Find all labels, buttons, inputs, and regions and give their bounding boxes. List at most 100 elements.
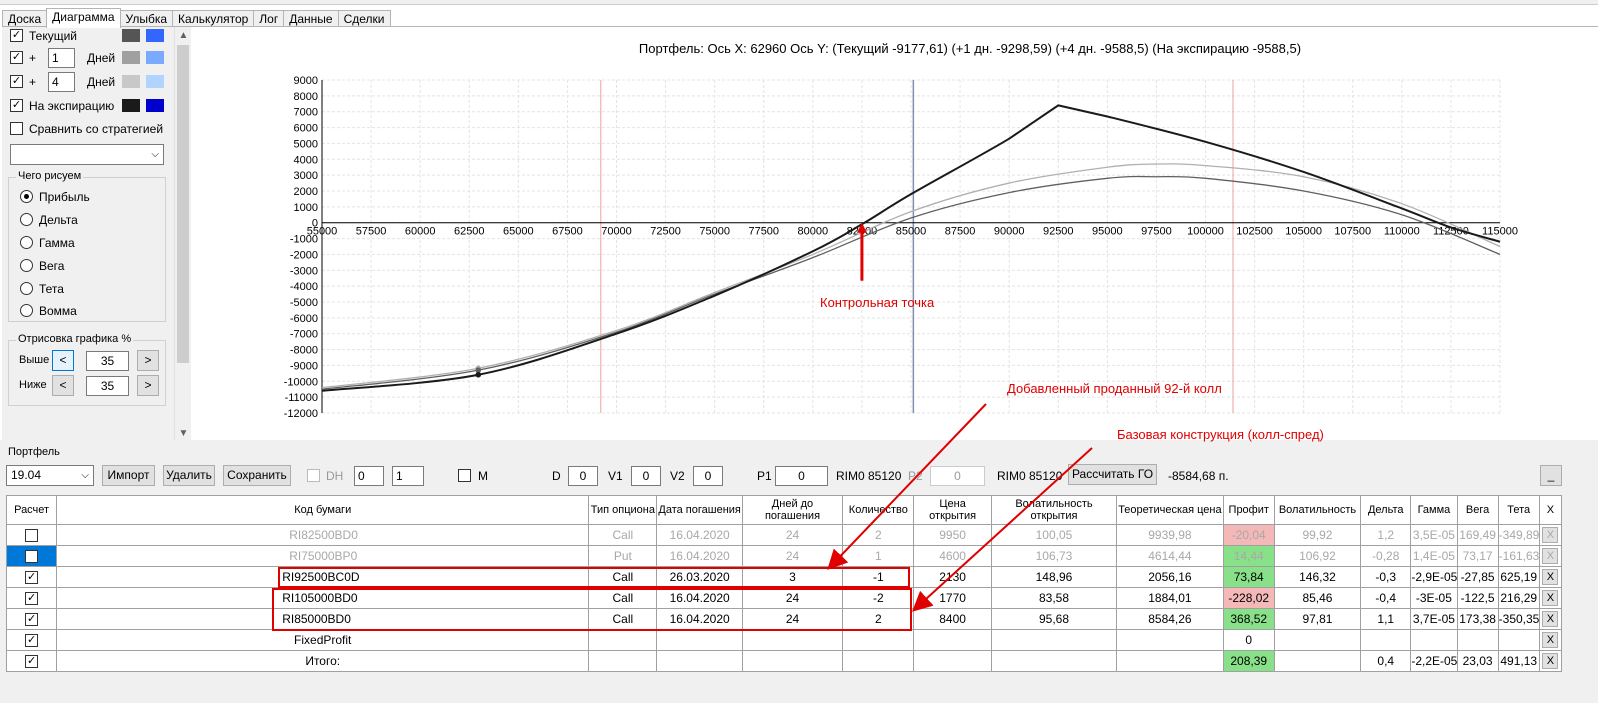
- expiry-color-dark[interactable]: [122, 99, 140, 112]
- row-calc-cell[interactable]: [5, 545, 58, 567]
- row-remove-button[interactable]: X: [1542, 653, 1559, 669]
- row-calc-checkbox[interactable]: ✓: [25, 571, 39, 585]
- chart-area[interactable]: Портфель: Ось X: 62960 Ось Y: (Текущий -…: [192, 27, 1598, 443]
- row-calc-checkbox[interactable]: [25, 550, 39, 564]
- above-value[interactable]: 35: [86, 351, 129, 371]
- col-header-3[interactable]: Дата погашения: [656, 495, 743, 525]
- v2-input[interactable]: 0: [693, 466, 723, 486]
- d4-color-dark[interactable]: [122, 75, 140, 88]
- m-label: M: [478, 469, 488, 483]
- portfolio-select-value: 19.04: [11, 468, 42, 482]
- row-calc-checkbox[interactable]: ✓: [25, 655, 39, 669]
- table-row[interactable]: ✓ FixedProfit 0 X: [5, 629, 1563, 651]
- d1-color-dark[interactable]: [122, 51, 140, 64]
- tab-diagram[interactable]: Диаграмма: [46, 8, 121, 28]
- below-value[interactable]: 35: [86, 376, 129, 396]
- portfolio-select[interactable]: 19.04 ⌵: [6, 465, 94, 486]
- col-header-7[interactable]: Волатильность открытия: [990, 495, 1118, 525]
- col-header-11[interactable]: Дельта: [1360, 495, 1412, 525]
- col-header-15[interactable]: X: [1538, 495, 1563, 525]
- save-button[interactable]: Сохранить: [223, 465, 291, 486]
- y-tick-label: 5000: [294, 138, 318, 150]
- v1-input[interactable]: 0: [631, 466, 661, 486]
- col-header-0[interactable]: Расчет: [5, 495, 58, 525]
- radio-gamma[interactable]: [20, 236, 33, 249]
- cell-theta: -350,35: [1497, 608, 1540, 630]
- current-color-dark[interactable]: [122, 29, 140, 42]
- below-increase-button[interactable]: >: [137, 375, 159, 396]
- m-checkbox[interactable]: [458, 469, 471, 482]
- scroll-up-icon[interactable]: ▲: [175, 28, 192, 44]
- dh-checkbox[interactable]: [307, 469, 320, 482]
- dh-spin2[interactable]: 1: [392, 466, 424, 486]
- col-header-13[interactable]: Вега: [1456, 495, 1499, 525]
- d-input[interactable]: 0: [568, 466, 598, 486]
- days1-input[interactable]: 1: [48, 48, 75, 68]
- radio-profit[interactable]: [20, 190, 33, 203]
- expiry-color-light[interactable]: [146, 99, 164, 112]
- delete-button[interactable]: Удалить: [163, 465, 215, 486]
- table-row[interactable]: RI82500BD0 Call 16.04.2020 24 2 9950 100,05 993…: [5, 524, 1563, 546]
- current-checkbox[interactable]: ✓: [10, 29, 23, 42]
- row-calc-cell[interactable]: [5, 524, 58, 546]
- current-color-light[interactable]: [146, 29, 164, 42]
- col-header-8[interactable]: Теоретическая цена: [1116, 495, 1224, 525]
- calc-go-button[interactable]: Рассчитать ГО: [1068, 464, 1157, 485]
- options-scrollbar[interactable]: ▲ ▼: [174, 27, 191, 443]
- x-tick-label: 72500: [650, 226, 681, 238]
- days2-unit: Дней: [87, 75, 116, 89]
- minimize-button[interactable]: _: [1540, 465, 1562, 486]
- row-calc-cell[interactable]: ✓: [5, 650, 58, 672]
- row-remove-button[interactable]: X: [1542, 632, 1559, 648]
- row-calc-checkbox[interactable]: ✓: [25, 634, 39, 648]
- col-header-6[interactable]: Цена открытия: [913, 495, 992, 525]
- row-calc-cell[interactable]: ✓: [5, 629, 58, 651]
- compare-checkbox[interactable]: [10, 122, 23, 135]
- plus2-checkbox[interactable]: ✓: [10, 75, 23, 88]
- table-row[interactable]: ✓ Итого: 208,39 0,4 -2,2E-05 23,03 491,13 X: [5, 650, 1563, 672]
- row-calc-cell[interactable]: ✓: [5, 566, 58, 588]
- row-calc-checkbox[interactable]: ✓: [25, 592, 39, 606]
- expiry-checkbox[interactable]: ✓: [10, 99, 23, 112]
- scroll-thumb[interactable]: [177, 45, 189, 363]
- radio-theta[interactable]: [20, 282, 33, 295]
- dh-spin1[interactable]: 0: [354, 466, 384, 486]
- row-calc-cell[interactable]: ✓: [5, 587, 58, 609]
- col-header-5[interactable]: Количество: [842, 495, 915, 525]
- row-remove-button[interactable]: X: [1542, 569, 1559, 585]
- row-calc-cell[interactable]: ✓: [5, 608, 58, 630]
- cell-type: [588, 650, 658, 672]
- col-header-12[interactable]: Гамма: [1410, 495, 1458, 525]
- row-remove-button[interactable]: X: [1542, 548, 1559, 564]
- above-decrease-button[interactable]: <: [52, 350, 74, 371]
- col-header-4[interactable]: Дней до погашения: [741, 495, 844, 525]
- import-button[interactable]: Импорт: [102, 465, 155, 486]
- col-header-2[interactable]: Тип опциона: [588, 495, 658, 525]
- col-header-10[interactable]: Волатильность: [1273, 495, 1362, 525]
- table-row[interactable]: RI75000BP0 Put 16.04.2020 24 1 4600 106,73 4614…: [5, 545, 1563, 567]
- row-remove-button[interactable]: X: [1542, 590, 1559, 606]
- cell-profit: 73,84: [1222, 566, 1275, 588]
- days2-input[interactable]: 4: [48, 72, 75, 92]
- col-header-9[interactable]: Профит: [1222, 495, 1275, 525]
- row-calc-checkbox[interactable]: ✓: [25, 613, 39, 627]
- p1-input[interactable]: 0: [775, 466, 828, 486]
- row-remove-button[interactable]: X: [1542, 611, 1559, 627]
- above-increase-button[interactable]: >: [137, 350, 159, 371]
- radio-delta[interactable]: [20, 213, 33, 226]
- p2-input[interactable]: 0: [930, 466, 985, 486]
- d1-color-light[interactable]: [146, 51, 164, 64]
- col-header-1[interactable]: Код бумаги: [56, 495, 590, 525]
- profit-chart[interactable]: 9000800070006000500040003000200010000-10…: [192, 27, 1598, 443]
- strategy-dropdown[interactable]: ⌵: [10, 144, 164, 165]
- cell-vega: 169,49: [1456, 524, 1499, 546]
- row-remove-button[interactable]: X: [1542, 527, 1559, 543]
- radio-vega[interactable]: [20, 259, 33, 272]
- col-header-14[interactable]: Тета: [1497, 495, 1540, 525]
- y-tick-label: -4000: [290, 281, 318, 293]
- plus1-checkbox[interactable]: ✓: [10, 51, 23, 64]
- d4-color-light[interactable]: [146, 75, 164, 88]
- row-calc-checkbox[interactable]: [25, 529, 39, 543]
- below-decrease-button[interactable]: <: [52, 375, 74, 396]
- radio-vomma[interactable]: [20, 304, 33, 317]
